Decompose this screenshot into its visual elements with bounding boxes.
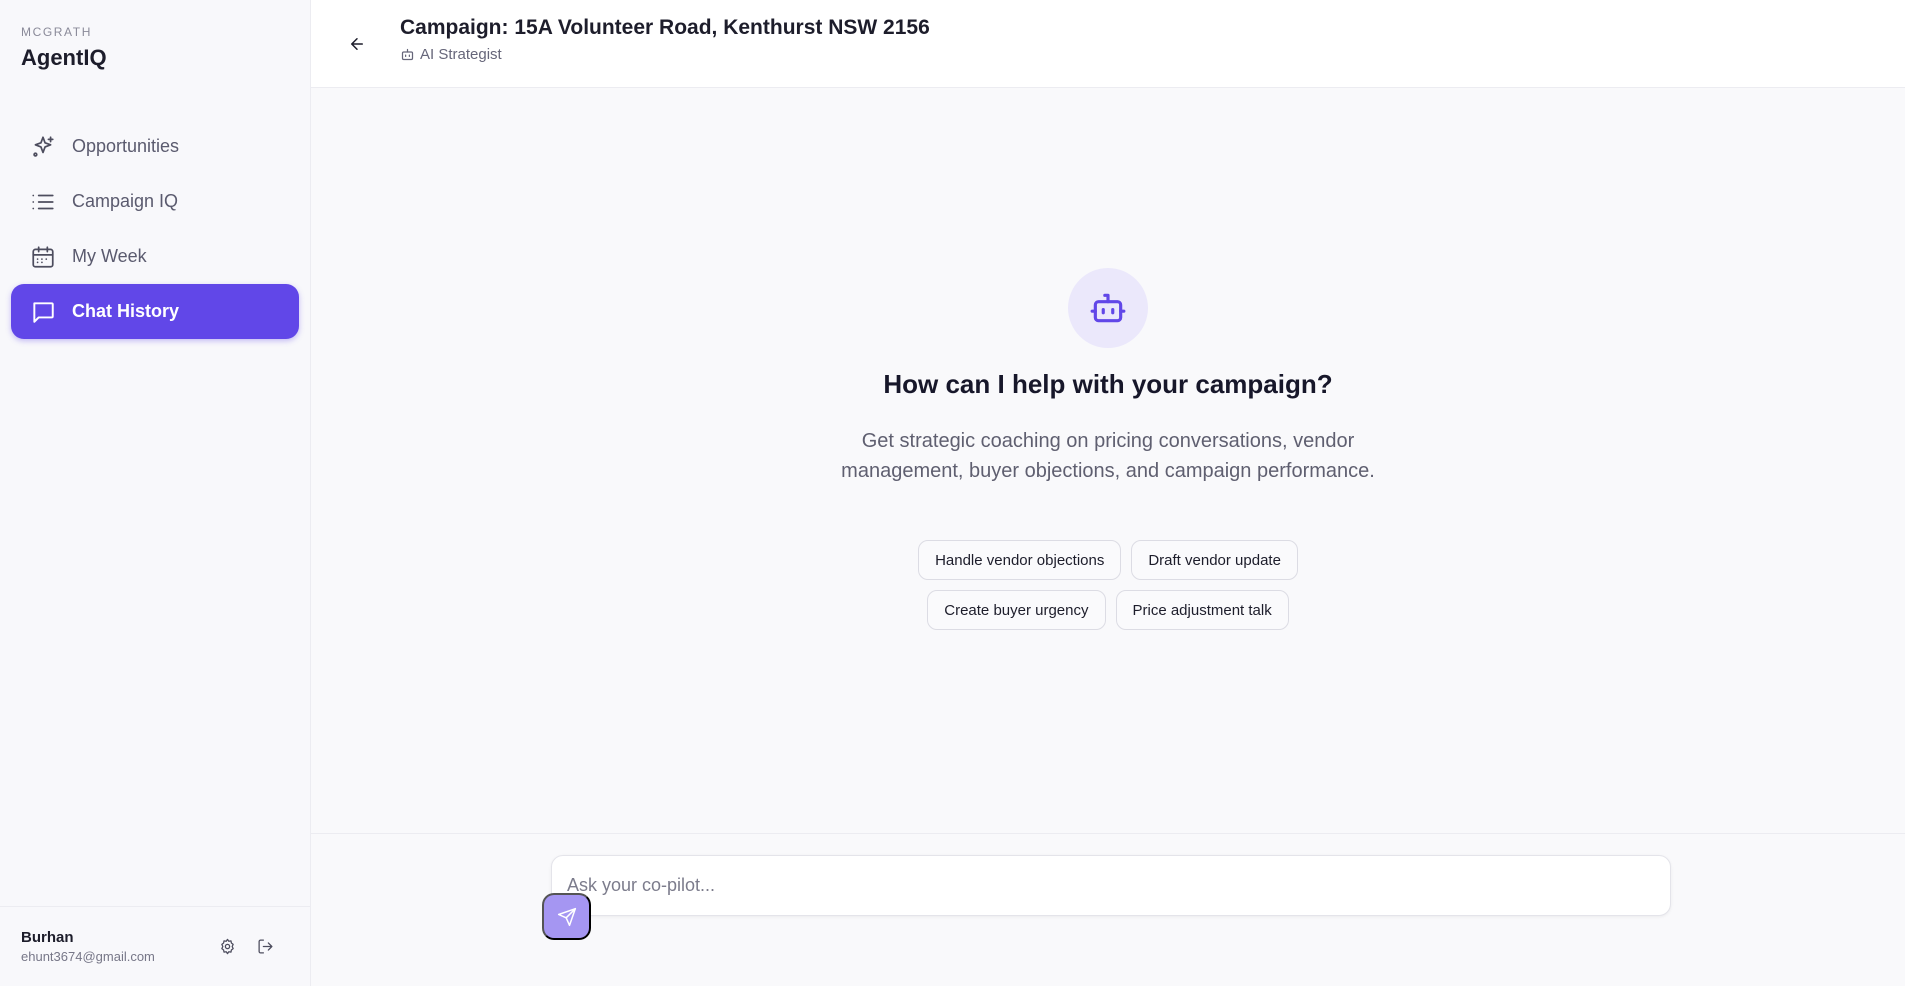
footer-actions bbox=[217, 937, 275, 957]
calendar-icon bbox=[30, 244, 56, 270]
bot-icon bbox=[1089, 289, 1127, 327]
user-name: Burhan bbox=[21, 929, 74, 946]
brand-title: AgentIQ bbox=[21, 45, 107, 70]
header-text: Campaign: 15A Volunteer Road, Kenthurst … bbox=[400, 16, 930, 63]
header-subtitle: AI Strategist bbox=[400, 46, 930, 63]
bot-avatar bbox=[1068, 268, 1148, 348]
sidebar-item-label: Campaign IQ bbox=[72, 191, 179, 211]
suggestion-row: Handle vendor objections Draft vendor up… bbox=[918, 540, 1298, 580]
suggestion-row: Create buyer urgency Price adjustment ta… bbox=[927, 590, 1289, 630]
sidebar-item-campaign-iq[interactable]: Campaign IQ bbox=[11, 174, 299, 229]
brand-subtitle: MCGRATH bbox=[21, 25, 92, 39]
back-arrow-icon[interactable] bbox=[345, 32, 369, 56]
empty-state: How can I help with your campaign? Get s… bbox=[311, 268, 1905, 630]
suggestion-chip-handle-vendor-objections[interactable]: Handle vendor objections bbox=[918, 540, 1122, 580]
sidebar-item-label: My Week bbox=[72, 246, 147, 266]
page-header: Campaign: 15A Volunteer Road, Kenthurst … bbox=[311, 0, 1905, 88]
list-icon bbox=[30, 189, 56, 215]
user-info: Burhan ehunt3674@gmail.com bbox=[21, 929, 217, 964]
empty-state-description: Get strategic coaching on pricing conver… bbox=[841, 430, 1375, 482]
suggestion-chips: Handle vendor objections Draft vendor up… bbox=[918, 540, 1298, 630]
send-button[interactable] bbox=[542, 893, 591, 940]
brand: MCGRATH AgentIQ bbox=[0, 0, 310, 71]
page-title: Campaign: 15A Volunteer Road, Kenthurst … bbox=[400, 16, 930, 39]
send-icon bbox=[557, 907, 577, 927]
sidebar-item-label: Opportunities bbox=[72, 136, 180, 156]
app-root: MCGRATH AgentIQ Opportunities Campaign I… bbox=[0, 0, 1905, 986]
suggestion-chip-draft-vendor-update[interactable]: Draft vendor update bbox=[1131, 540, 1298, 580]
sidebar-item-label: Chat History bbox=[72, 301, 180, 321]
logout-icon[interactable] bbox=[255, 937, 275, 957]
user-email: ehunt3674@gmail.com bbox=[21, 949, 155, 964]
user-footer: Burhan ehunt3674@gmail.com bbox=[0, 906, 310, 986]
sidebar-nav: Opportunities Campaign IQ My Week Chat H… bbox=[0, 119, 310, 339]
message-input[interactable] bbox=[552, 856, 1670, 915]
composer-area bbox=[311, 833, 1905, 986]
sidebar-item-chat-history[interactable]: Chat History bbox=[11, 284, 299, 339]
suggestion-chip-create-buyer-urgency[interactable]: Create buyer urgency bbox=[927, 590, 1106, 630]
suggestion-chip-price-adjustment-talk[interactable]: Price adjustment talk bbox=[1115, 590, 1289, 630]
header-subtitle-text: AI Strategist bbox=[420, 46, 502, 63]
message-composer bbox=[551, 855, 1671, 916]
sidebar: MCGRATH AgentIQ Opportunities Campaign I… bbox=[0, 0, 311, 986]
settings-gear-icon[interactable] bbox=[217, 937, 237, 957]
sidebar-item-my-week[interactable]: My Week bbox=[11, 229, 299, 284]
chat-icon bbox=[30, 299, 56, 325]
main-panel: Campaign: 15A Volunteer Road, Kenthurst … bbox=[311, 0, 1905, 986]
sidebar-item-opportunities[interactable]: Opportunities bbox=[11, 119, 299, 174]
empty-state-headline: How can I help with your campaign? bbox=[883, 369, 1333, 399]
sparkles-icon bbox=[30, 134, 56, 160]
bot-icon bbox=[400, 47, 415, 62]
